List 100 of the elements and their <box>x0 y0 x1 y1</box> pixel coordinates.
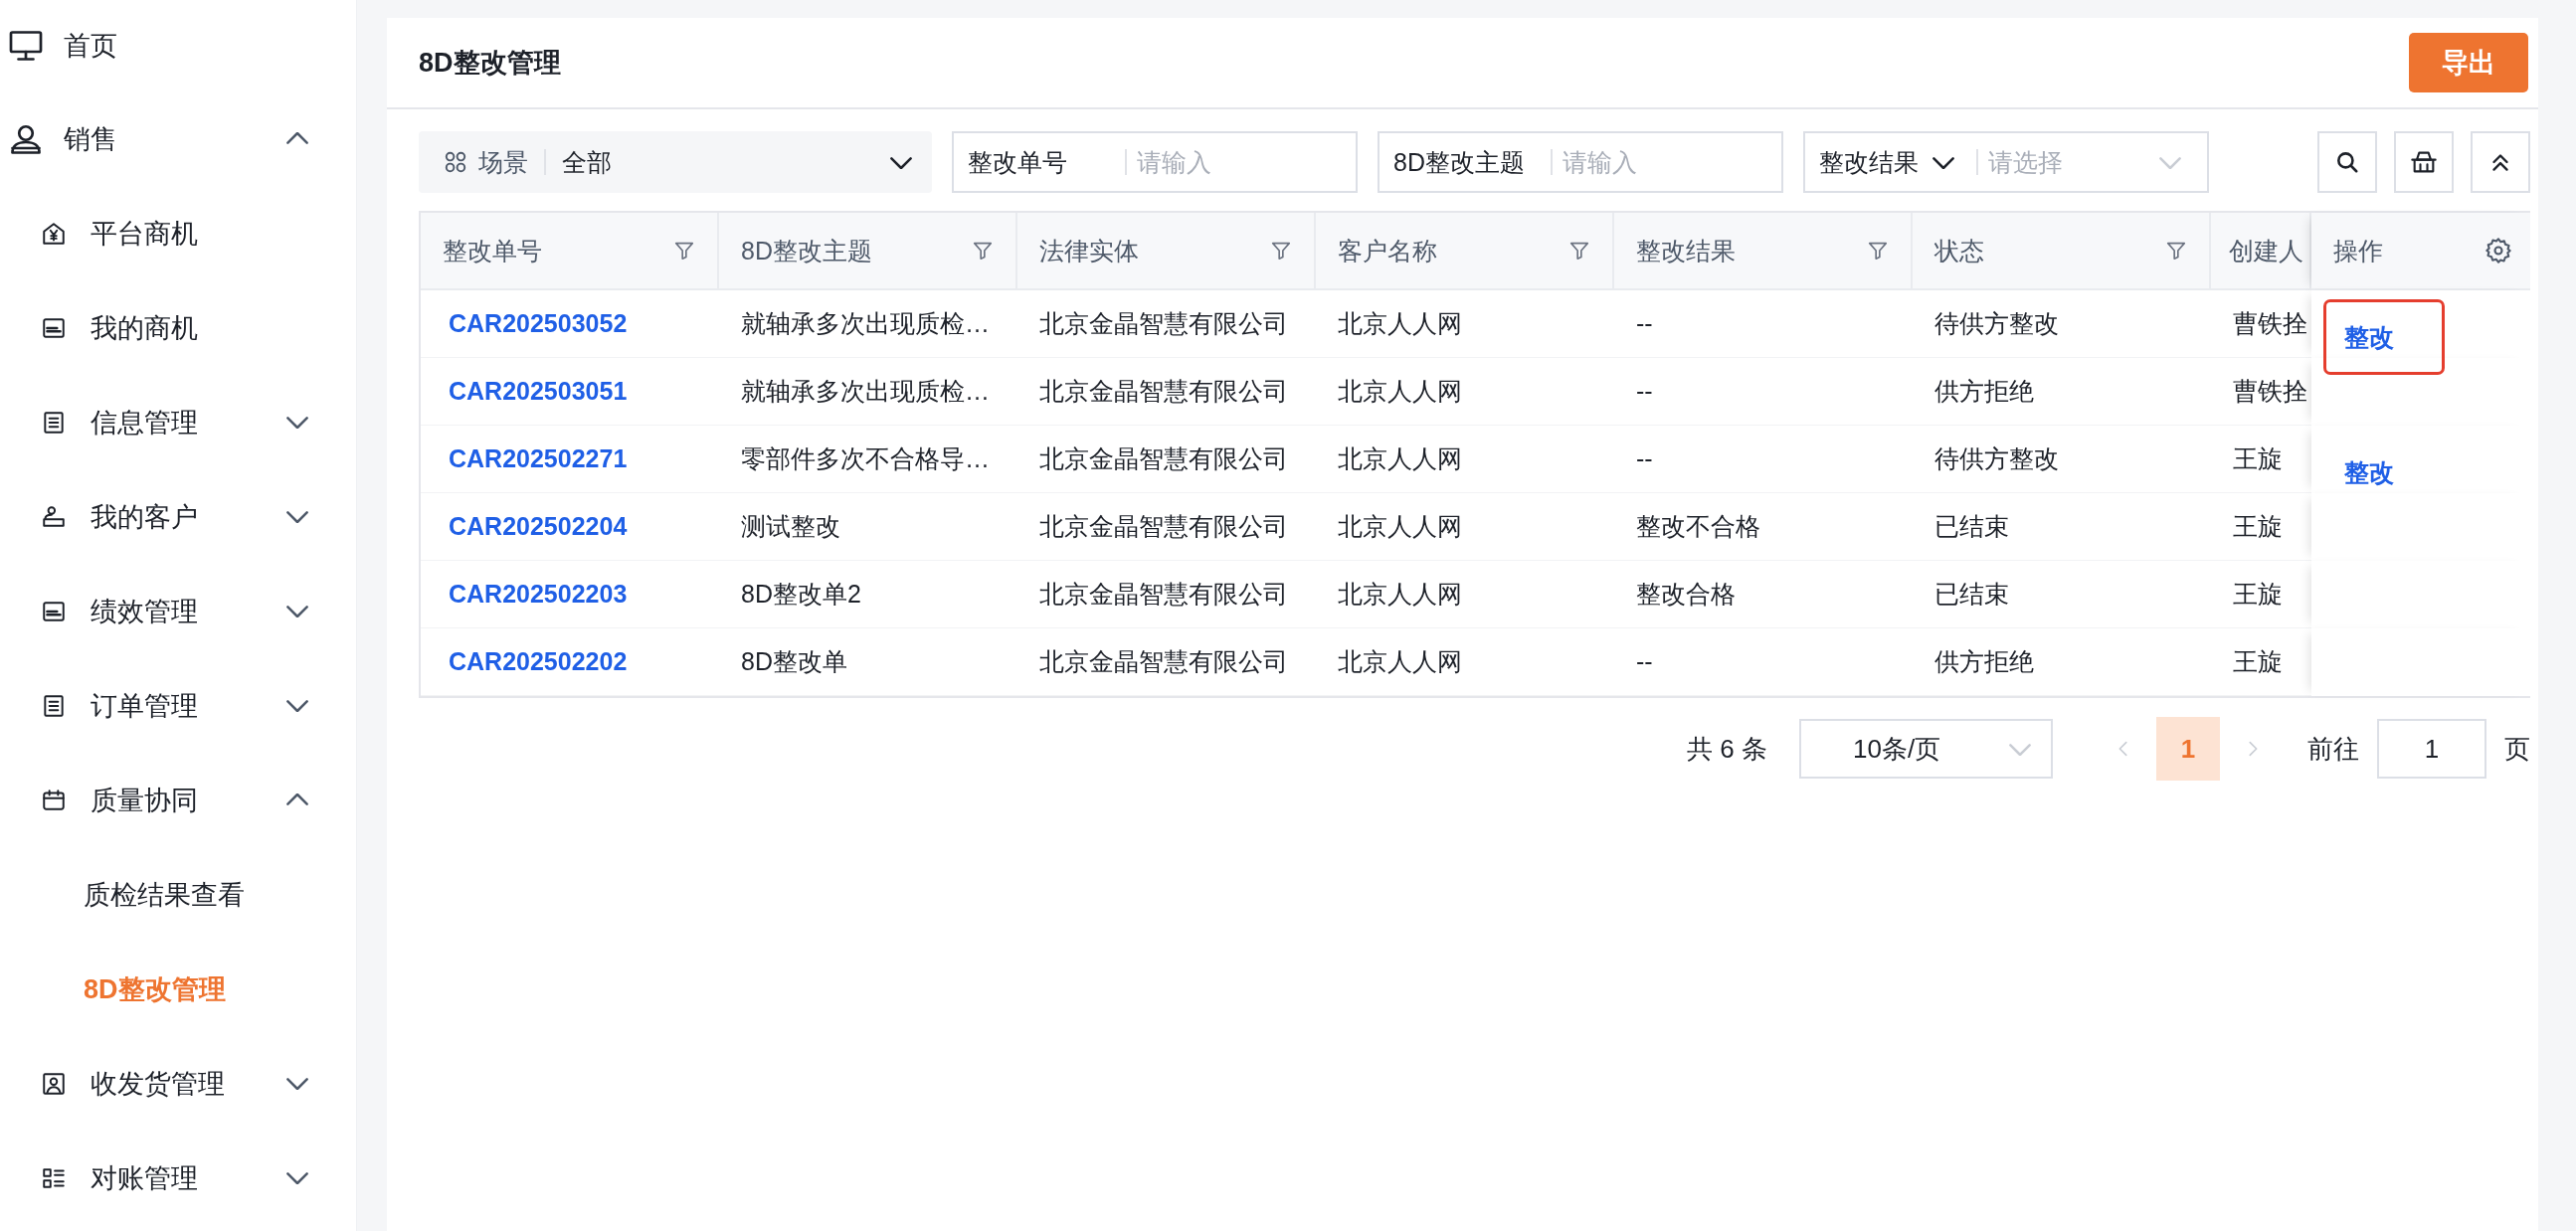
collapse-button[interactable] <box>2471 131 2530 193</box>
filter-button[interactable] <box>2165 240 2187 262</box>
chevron-down-icon <box>286 509 308 523</box>
settings-button[interactable] <box>2484 237 2512 264</box>
select-field[interactable]: 整改结果 请选择 <box>1803 131 2209 193</box>
table-cell-text: 零部件多次不合格导… <box>741 443 990 474</box>
filter-icon <box>972 240 994 262</box>
chevron-down-icon <box>286 1170 308 1184</box>
scene-select[interactable]: 场景 全部 <box>419 131 932 193</box>
table-cell-text: 就轴承多次出现质检… <box>741 308 990 339</box>
chevron-down-icon <box>2159 155 2181 169</box>
chevron-down-icon <box>286 604 308 617</box>
nav-item[interactable]: 质量协同 <box>0 753 356 847</box>
placeholder: 请输入 <box>1563 146 1638 178</box>
column-header: 操作 <box>2333 235 2383 266</box>
table-cell-text: 王旋 <box>2233 511 2283 542</box>
table-cell-text: 北京人人网 <box>1338 308 1462 339</box>
column-header: 创建人 <box>2229 235 2303 266</box>
filter-button[interactable] <box>673 240 695 262</box>
chevron-up-icon <box>286 131 308 145</box>
user-desk-icon <box>41 503 67 530</box>
table-cell-text: 王旋 <box>2233 646 2283 677</box>
nav-item[interactable]: 我的客户 <box>0 469 356 564</box>
record-link[interactable]: CAR202502202 <box>449 647 628 676</box>
nav-item[interactable]: 质检结果查看 <box>0 847 356 942</box>
rectify-link[interactable]: 整改 <box>2323 299 2445 375</box>
record-link[interactable]: CAR202502203 <box>449 580 628 609</box>
filter-icon <box>673 240 695 262</box>
table-cell-text: 北京金晶智慧有限公司 <box>1039 579 1288 610</box>
chevron-down-icon <box>1932 155 1954 169</box>
scene-label: 场景 <box>478 146 528 178</box>
table-cell-text: 8D整改单 <box>741 646 847 677</box>
page-suffix: 页 <box>2504 732 2530 766</box>
table-cell: -- <box>1636 377 1653 406</box>
house-icon <box>41 220 67 247</box>
table-cell: -- <box>1636 309 1653 338</box>
monitor-icon <box>8 28 44 64</box>
table-cell-text: 北京人人网 <box>1338 511 1462 542</box>
grid-icon <box>443 149 468 175</box>
search-field[interactable]: 8D整改主题 请输入 <box>1378 131 1783 193</box>
nav-item[interactable]: 平台商机 <box>0 186 356 280</box>
table-cell-text: 北京金晶智慧有限公司 <box>1039 511 1288 542</box>
settings-icon <box>2484 237 2512 264</box>
search-button[interactable] <box>2317 131 2377 193</box>
filter-icon <box>1568 240 1590 262</box>
chevron-down-icon <box>2009 742 2031 756</box>
filter-icon <box>2165 240 2187 262</box>
nav-item[interactable]: 绩效管理 <box>0 564 356 658</box>
chevron-down-icon <box>890 155 912 169</box>
filter-button[interactable] <box>1867 240 1889 262</box>
table-cell-text: 供方拒绝 <box>1934 646 2034 677</box>
table-cell-text: 待供方整改 <box>1934 443 2059 474</box>
table-cell-text: 就轴承多次出现质检… <box>741 376 990 407</box>
portrait-icon <box>41 1070 67 1097</box>
table-cell-text: 王旋 <box>2233 443 2283 474</box>
table-cell-text: 整改合格 <box>1636 579 1736 610</box>
filter-button[interactable] <box>1270 240 1292 262</box>
nav-item[interactable]: 对账管理 <box>0 1131 356 1225</box>
calendar-icon <box>41 787 67 813</box>
table-cell-text: 王旋 <box>2233 579 2283 610</box>
nav-item[interactable]: 信息管理 <box>0 375 356 469</box>
chevron-down-icon <box>286 698 308 712</box>
record-link[interactable]: CAR202503052 <box>449 309 628 338</box>
column-header: 8D整改主题 <box>741 235 872 266</box>
placeholder: 请输入 <box>1137 146 1212 178</box>
nav-item[interactable]: 首页 <box>0 0 356 91</box>
page-size-select[interactable]: 10条/页 <box>1799 719 2053 779</box>
scene-value: 全部 <box>562 146 613 178</box>
total-count: 共 6 条 <box>1687 732 1767 766</box>
table-cell-text: 北京人人网 <box>1338 646 1462 677</box>
placeholder: 请选择 <box>1988 146 2064 178</box>
table-cell-text: 已结束 <box>1934 579 2009 610</box>
document-icon <box>41 692 67 719</box>
rectify-link[interactable]: 整改 <box>2323 435 2445 510</box>
chevron-down-icon <box>286 1076 308 1090</box>
record-link[interactable]: CAR202503051 <box>449 377 628 406</box>
table-cell-text: 已结束 <box>1934 511 2009 542</box>
page-input[interactable]: 1 <box>2377 719 2486 779</box>
nav-item[interactable]: 销售 <box>0 91 356 186</box>
field-label: 8D整改主题 <box>1393 146 1525 178</box>
table-cell-text: 曹铁拴 <box>2233 308 2307 339</box>
document-icon <box>41 409 67 436</box>
reset-button[interactable] <box>2394 131 2454 193</box>
column-header: 整改结果 <box>1636 235 1736 266</box>
record-link[interactable]: CAR202502271 <box>449 444 628 473</box>
table-cell-text: 北京金晶智慧有限公司 <box>1039 443 1288 474</box>
nav-item[interactable]: 我的商机 <box>0 280 356 375</box>
table-cell-text: 测试整改 <box>741 511 840 542</box>
table-cell-text: 北京金晶智慧有限公司 <box>1039 376 1288 407</box>
goto-label: 前往 <box>2307 732 2359 766</box>
table-cell-text: 北京人人网 <box>1338 376 1462 407</box>
filter-icon <box>1867 240 1889 262</box>
chevron-down-icon <box>286 415 308 429</box>
nav-item[interactable]: 收发货管理 <box>0 1036 356 1131</box>
filter-button[interactable] <box>972 240 994 262</box>
nav-item[interactable]: 订单管理 <box>0 658 356 753</box>
search-field[interactable]: 整改单号 请输入 <box>952 131 1358 193</box>
filter-button[interactable] <box>1568 240 1590 262</box>
record-link[interactable]: CAR202502204 <box>449 512 628 541</box>
table-cell-text: 待供方整改 <box>1934 308 2059 339</box>
